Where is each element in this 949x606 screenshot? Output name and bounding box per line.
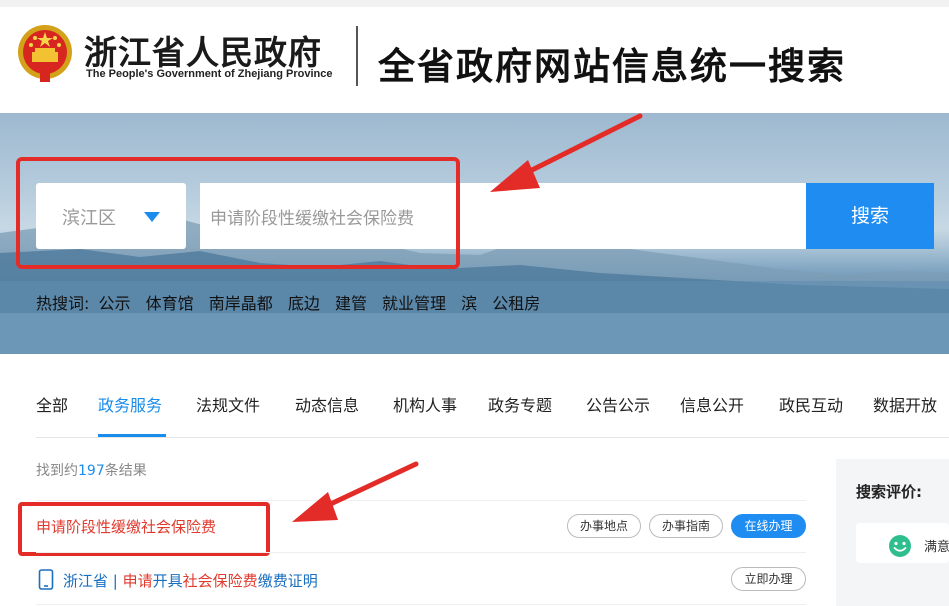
hot-search-term[interactable]: 就业管理 — [382, 294, 446, 313]
tab-regulations[interactable]: 法规文件 — [196, 392, 260, 416]
divider — [36, 437, 949, 438]
government-name: 浙江省人民政府 — [84, 33, 322, 72]
result-count: 找到约197条结果 — [36, 460, 147, 480]
result-count-prefix: 找到约 — [36, 463, 78, 479]
national-emblem-icon — [18, 25, 72, 82]
service-location-button[interactable]: 办事地点 — [567, 514, 641, 538]
online-apply-button[interactable]: 在线办理 — [731, 514, 806, 538]
smile-icon — [889, 535, 911, 557]
tab-government-services[interactable]: 政务服务 — [98, 392, 162, 416]
header-divider — [356, 26, 358, 86]
hot-search-term[interactable]: 南岸晶都 — [209, 294, 273, 313]
result-count-number: 197 — [78, 463, 105, 479]
result-count-suffix: 条结果 — [104, 463, 147, 479]
result-text: 开具 — [152, 572, 183, 590]
search-banner: 滨江区 搜索 热搜词: 公示 体育馆 南岸晶都 底边 建管 就业管理 滨 公租房 — [0, 113, 949, 354]
hot-search-term[interactable]: 底边 — [288, 294, 320, 313]
hot-search-row: 热搜词: 公示 体育馆 南岸晶都 底边 建管 就业管理 滨 公租房 — [36, 290, 550, 314]
apply-now-button[interactable]: 立即办理 — [731, 567, 806, 591]
hot-search-term[interactable]: 公示 — [99, 294, 131, 313]
search-rating-panel: 搜索评价: 满意 — [836, 459, 949, 606]
service-guide-button[interactable]: 办事指南 — [649, 514, 723, 538]
rating-title: 搜索评价: — [856, 483, 922, 501]
result-title-link[interactable]: 浙江省 | 申请开具社会保险费缴费证明 — [63, 570, 318, 591]
category-tabs: 全部 政务服务 法规文件 动态信息 机构人事 政务专题 公告公示 信息公开 政民… — [36, 392, 949, 438]
divider — [36, 500, 806, 501]
hot-search-label: 热搜词: — [36, 294, 90, 313]
hot-search-term[interactable]: 滨 — [461, 294, 477, 313]
annotation-box — [18, 502, 270, 556]
divider — [36, 604, 806, 605]
result-keyword: 社会保险费 — [182, 572, 258, 590]
tab-news[interactable]: 动态信息 — [295, 392, 359, 416]
top-strip — [0, 0, 949, 7]
tab-interaction[interactable]: 政民互动 — [779, 392, 843, 416]
result-separator: | — [112, 572, 118, 590]
tab-all[interactable]: 全部 — [36, 392, 68, 416]
result-region: 浙江省 — [63, 572, 109, 590]
tab-open-data[interactable]: 数据开放 — [873, 392, 937, 416]
tab-announcements[interactable]: 公告公示 — [586, 392, 650, 416]
hot-search-term[interactable]: 建管 — [335, 294, 367, 313]
hot-search-term[interactable]: 体育馆 — [146, 294, 194, 313]
mobile-phone-icon — [38, 569, 54, 590]
tab-topics[interactable]: 政务专题 — [488, 392, 552, 416]
page-title: 全省政府网站信息统一搜索 — [378, 44, 846, 88]
search-button[interactable]: 搜索 — [806, 183, 934, 249]
rating-label: 满意 — [924, 540, 949, 555]
hot-search-term[interactable]: 公租房 — [492, 294, 540, 313]
tab-personnel[interactable]: 机构人事 — [393, 392, 457, 416]
government-name-english: The People's Government of Zhejiang Prov… — [86, 68, 333, 80]
divider — [36, 552, 806, 553]
result-text: 缴费证明 — [257, 572, 318, 590]
tab-disclosure[interactable]: 信息公开 — [680, 392, 744, 416]
result-keyword: 申请 — [122, 572, 153, 590]
rating-option[interactable]: 满意 — [856, 523, 949, 563]
annotation-box — [16, 157, 460, 269]
